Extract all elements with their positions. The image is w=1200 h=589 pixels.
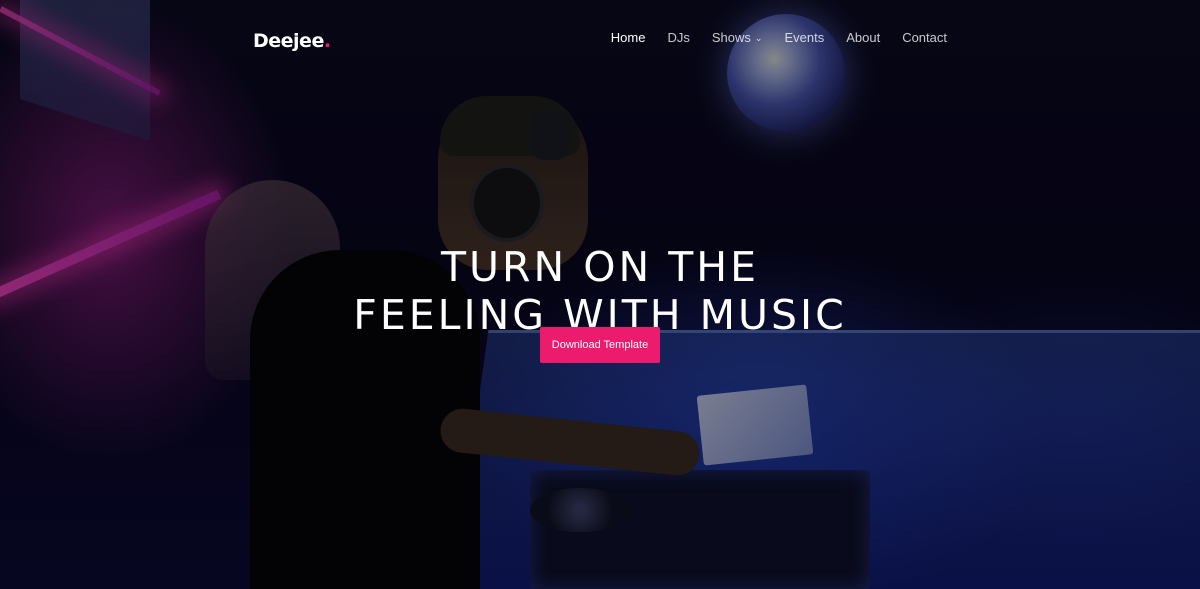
chevron-down-icon: ⌄ xyxy=(754,33,763,43)
top-navbar: Deejee. Home DJs Shows ⌄ Events About Co… xyxy=(0,0,1200,76)
brand-dot: . xyxy=(323,30,331,52)
download-template-button[interactable]: Download Template xyxy=(540,327,660,363)
brand-logo[interactable]: Deejee. xyxy=(253,30,331,52)
nav-item-home[interactable]: Home xyxy=(611,30,646,45)
nav-item-djs[interactable]: DJs xyxy=(667,30,689,45)
hero-section: Deejee. Home DJs Shows ⌄ Events About Co… xyxy=(0,0,1200,589)
nav-item-events[interactable]: Events xyxy=(784,30,824,45)
nav-item-shows[interactable]: Shows ⌄ xyxy=(712,30,763,45)
nav-menu: Home DJs Shows ⌄ Events About Contact xyxy=(611,30,947,45)
hero-headline: TURN ON THE FEELING WITH MUSIC xyxy=(0,243,1200,339)
brand-name: Deejee xyxy=(253,30,324,52)
nav-item-shows-label: Shows xyxy=(711,30,751,45)
nav-item-about[interactable]: About xyxy=(846,30,880,45)
nav-item-contact[interactable]: Contact xyxy=(902,30,947,45)
hero-headline-line1: TURN ON THE xyxy=(441,243,759,292)
